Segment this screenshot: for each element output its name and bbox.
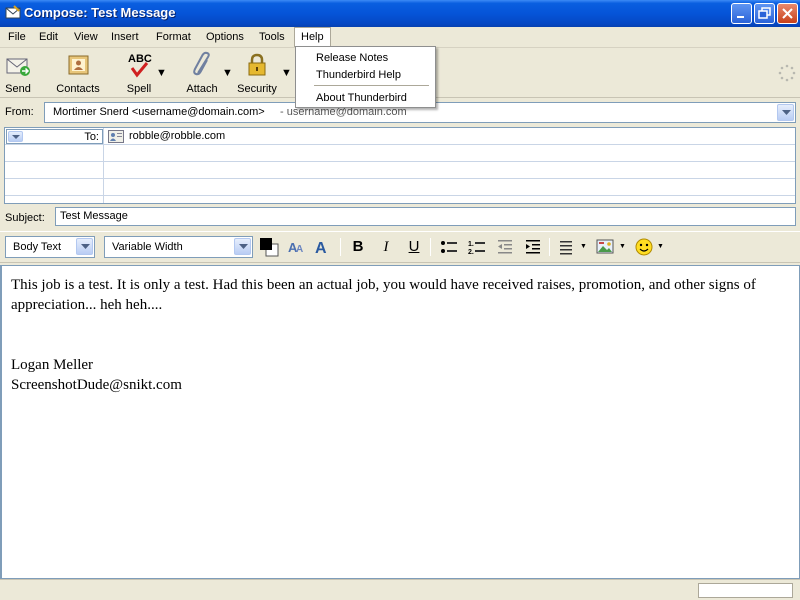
numbered-list-icon: 1.2. [468, 241, 485, 256]
smiley-button[interactable] [633, 236, 655, 258]
subject-input[interactable]: Test Message [55, 207, 796, 226]
smiley-dropdown-arrow[interactable]: ▼ [657, 243, 664, 250]
spellcheck-icon: ABC [125, 51, 153, 79]
menu-help[interactable]: Help [294, 27, 331, 47]
menu-item-about-thunderbird[interactable]: About Thunderbird [316, 92, 407, 104]
menu-separator [314, 85, 429, 86]
chevron-down-icon [782, 110, 791, 115]
bullet-list-icon [441, 241, 457, 253]
indent-icon [526, 240, 540, 254]
menu-edit[interactable]: Edit [33, 27, 64, 47]
menu-format[interactable]: Format [150, 27, 197, 47]
toolbar-separator [430, 238, 431, 256]
body-line: appreciation... heh heh.... [11, 297, 163, 313]
image-icon [596, 239, 614, 254]
security-button[interactable]: Security [235, 51, 279, 95]
from-dropdown-button[interactable] [777, 104, 794, 121]
activity-throbber-icon [778, 64, 796, 82]
attach-dropdown-arrow[interactable]: ▼ [222, 67, 233, 79]
text-color-button[interactable] [258, 236, 280, 258]
svg-text:2.: 2. [468, 249, 474, 256]
numbered-list-button[interactable]: 1. 2. [466, 236, 488, 258]
format-toolbar: Body Text Variable Width AA A B I U 1. 2. [0, 231, 800, 263]
indent-button[interactable] [522, 236, 544, 258]
paperclip-icon [188, 51, 216, 79]
attach-button[interactable]: Attach [183, 51, 221, 95]
insert-image-button[interactable] [594, 236, 616, 258]
help-menu-popup: Release Notes Thunderbird Help About Thu… [295, 46, 436, 108]
compose-app-icon [5, 5, 21, 21]
insert-dropdown-arrow[interactable]: ▼ [619, 243, 626, 250]
empty-recipient-row[interactable] [5, 162, 795, 179]
spell-dropdown-arrow[interactable]: ▼ [156, 67, 167, 79]
text-color-icon [260, 238, 279, 257]
align-button[interactable] [556, 236, 578, 258]
menu-item-release-notes[interactable]: Release Notes [316, 52, 388, 64]
window-title: Compose: Test Message [24, 5, 176, 20]
signature-name: Logan Meller [11, 357, 94, 373]
compose-window: Compose: Test Message File Edit View Ins… [0, 0, 800, 600]
svg-text:A: A [315, 240, 327, 257]
from-identity: Mortimer Snerd <username@domain.com> [53, 106, 265, 118]
svg-text:1.: 1. [468, 241, 474, 248]
security-dropdown-arrow[interactable]: ▼ [281, 67, 292, 79]
chevron-down-icon[interactable] [76, 238, 93, 255]
menu-bar: File Edit View Insert Format Options Too… [0, 27, 800, 48]
message-body-editor[interactable]: This job is a test. It is only a test. H… [0, 265, 800, 579]
toolbar-separator [340, 238, 341, 256]
recipients-list: To: robble@robble.com [4, 127, 796, 204]
menu-view[interactable]: View [68, 27, 104, 47]
bullet-list-button[interactable] [438, 236, 460, 258]
menu-insert[interactable]: Insert [105, 27, 145, 47]
body-line: This job is a test. It is only a test. H… [11, 277, 756, 293]
signature-email: ScreenshotDude@snikt.com [11, 377, 182, 393]
outdent-button[interactable] [494, 236, 516, 258]
title-bar[interactable]: Compose: Test Message [0, 0, 800, 27]
recipient-row[interactable]: To: robble@robble.com [5, 128, 795, 145]
svg-text:A: A [296, 244, 303, 255]
recipient-column-divider [103, 128, 104, 203]
larger-text-icon: A [315, 240, 327, 257]
bold-button[interactable]: B [347, 236, 369, 258]
recipient-address[interactable]: robble@robble.com [129, 130, 225, 142]
send-icon [4, 51, 32, 79]
status-progress-panel [698, 583, 793, 598]
spell-button[interactable]: ABC Spell [122, 51, 156, 95]
recipient-type-label: To: [84, 131, 99, 143]
increase-font-size-button[interactable]: A [313, 236, 335, 258]
paragraph-style-select[interactable]: Body Text [5, 236, 95, 258]
lock-icon [243, 51, 271, 79]
send-button[interactable]: Send [3, 51, 33, 95]
italic-button[interactable]: I [375, 236, 397, 258]
minimize-button[interactable] [731, 3, 752, 24]
chevron-down-icon[interactable] [234, 238, 251, 255]
empty-recipient-row[interactable] [5, 179, 795, 196]
contact-card-icon [108, 130, 124, 143]
outdent-icon [498, 240, 512, 254]
menu-tools[interactable]: Tools [253, 27, 291, 47]
restore-button[interactable] [754, 3, 775, 24]
menu-file[interactable]: File [2, 27, 32, 47]
underline-button[interactable]: U [403, 236, 425, 258]
toolbar-separator [549, 238, 550, 256]
address-book-icon [64, 51, 92, 79]
svg-text:ABC: ABC [128, 53, 152, 65]
align-left-icon [560, 241, 572, 255]
chevron-down-icon[interactable] [8, 131, 23, 142]
menu-item-thunderbird-help[interactable]: Thunderbird Help [316, 69, 401, 81]
decrease-font-size-button[interactable]: AA [285, 236, 307, 258]
empty-recipient-row[interactable] [5, 145, 795, 162]
font-select[interactable]: Variable Width [104, 236, 253, 258]
menu-options[interactable]: Options [200, 27, 250, 47]
subject-row: Subject: Test Message [0, 206, 800, 230]
smiley-icon [635, 238, 653, 256]
align-dropdown-arrow[interactable]: ▼ [580, 243, 587, 250]
recipient-type-select[interactable]: To: [6, 129, 103, 144]
contacts-button[interactable]: Contacts [54, 51, 102, 95]
smaller-text-icon: AA [288, 240, 303, 255]
from-label: From: [5, 106, 34, 118]
status-bar [0, 579, 800, 600]
subject-label: Subject: [5, 212, 45, 224]
close-button[interactable] [777, 3, 798, 24]
